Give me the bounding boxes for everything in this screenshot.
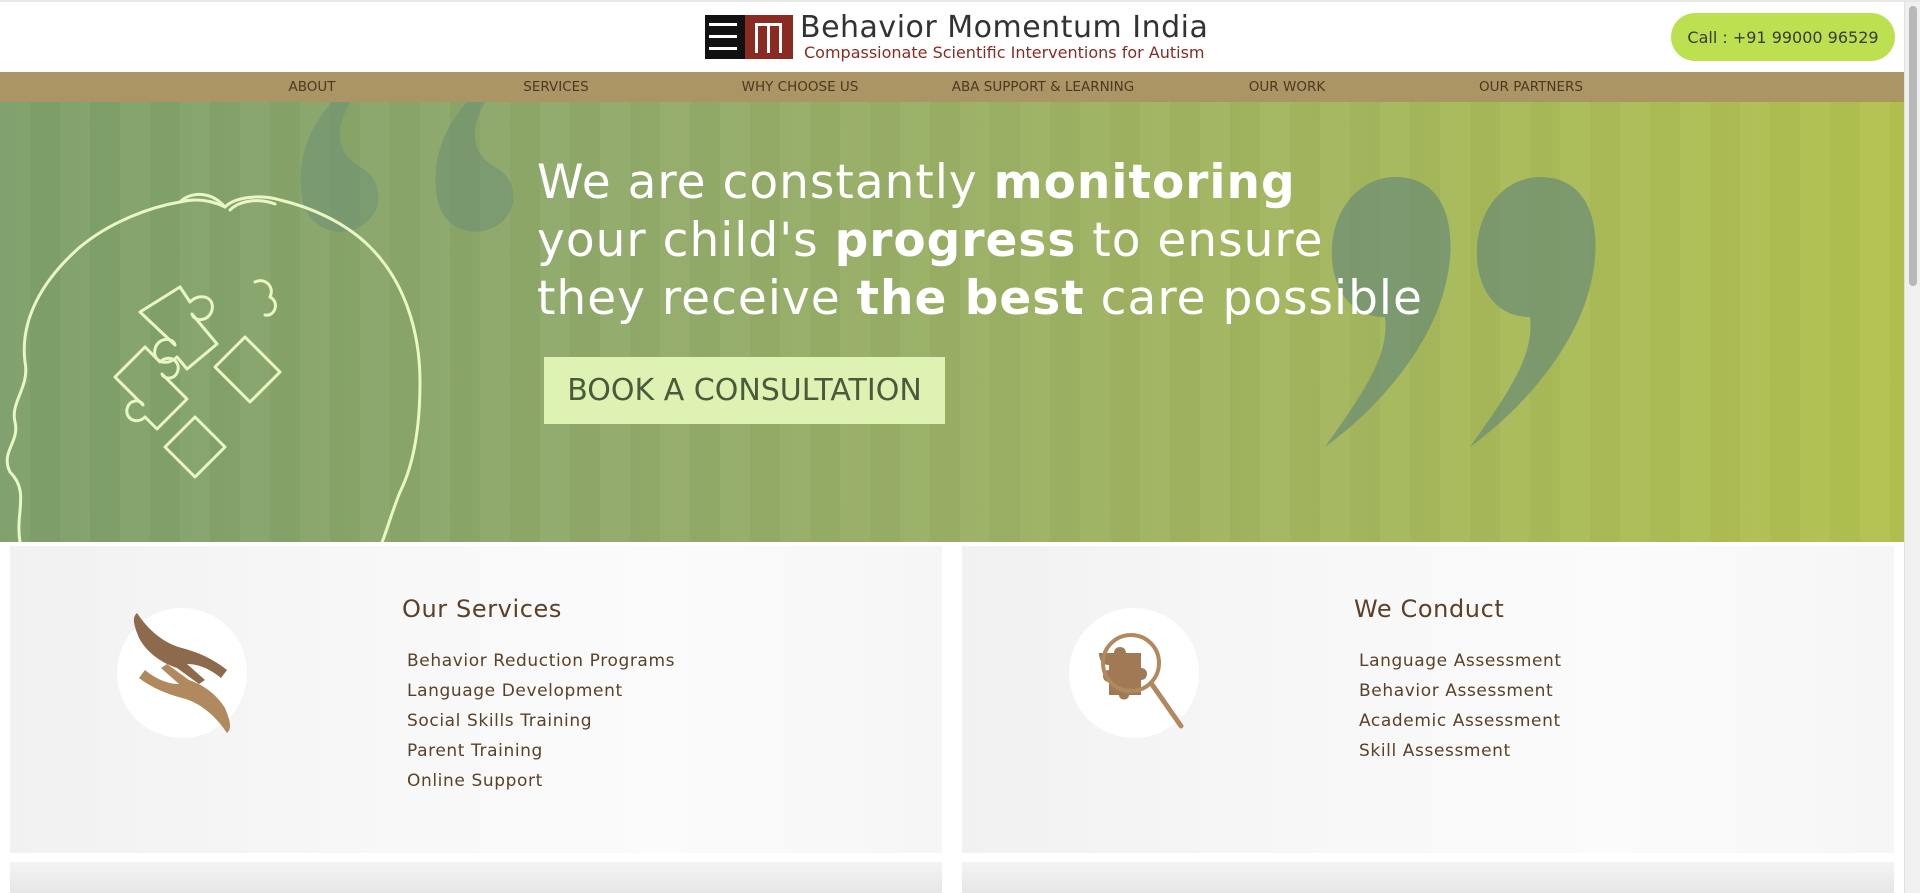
list-item[interactable]: Academic Assessment [1359,706,1562,736]
nav-item-why-choose-us[interactable]: WHY CHOOSE US [742,72,859,102]
puzzle-magnifier-icon [1099,633,1184,729]
list-item[interactable]: Behavior Assessment [1359,676,1562,706]
list-item[interactable]: Language Assessment [1359,646,1562,676]
services-card: Our Services Behavior Reduction Programs… [10,546,942,853]
head-puzzle-icon [5,192,422,542]
next-section-right [962,862,1894,893]
list-item[interactable]: Online Support [407,766,675,796]
conduct-icon-circle [1069,608,1199,738]
services-title: Our Services [402,595,563,623]
nav-item-about[interactable]: ABOUT [288,72,335,102]
call-button[interactable]: Call : +91 99000 96529 [1671,13,1895,61]
bmi-logo-icon[interactable] [705,15,793,59]
list-item[interactable]: Language Development [407,676,675,706]
list-item[interactable]: Social Skills Training [407,706,675,736]
list-item[interactable]: Skill Assessment [1359,736,1562,766]
nav-item-aba-support[interactable]: ABA SUPPORT & LEARNING [952,72,1134,102]
brand-tagline: Compassionate Scientific Interventions f… [804,43,1205,62]
conduct-list: Language Assessment Behavior Assessment … [1359,646,1562,766]
hero-line-2: your child's progress to ensure [537,212,1423,270]
next-section-left [10,862,942,893]
hero-text-1b: monitoring [993,155,1296,210]
nav-item-our-partners[interactable]: OUR PARTNERS [1479,72,1583,102]
page-scrollbar[interactable] [1904,2,1920,893]
scrollbar-thumb[interactable] [1909,6,1917,286]
site-header: Behavior Momentum India Compassionate Sc… [0,2,1904,72]
hero-text-3b: the best [856,271,1085,326]
page: Behavior Momentum India Compassionate Sc… [0,0,1920,893]
hero-text-1a: We are constantly [537,155,994,210]
hero-line-1: We are constantly monitoring [537,154,1423,212]
brand-title[interactable]: Behavior Momentum India [800,10,1208,45]
hero-text-3c: care possible [1084,271,1423,326]
hero-text-2b: progress [834,213,1077,268]
hero-text-2c: to ensure [1076,213,1324,268]
hero-text-3a: they receive [537,271,857,326]
hero-banner: We are constantly monitoring your child'… [0,102,1904,542]
services-icon-circle [117,608,247,738]
conduct-title: We Conduct [1354,595,1505,623]
list-item[interactable]: Behavior Reduction Programs [407,646,675,676]
list-item[interactable]: Parent Training [407,736,675,766]
book-consultation-button[interactable]: BOOK A CONSULTATION [544,357,945,424]
hero-text-2a: your child's [537,213,835,268]
nav-item-our-work[interactable]: OUR WORK [1249,72,1325,102]
hero-headline: We are constantly monitoring your child'… [537,154,1423,328]
nav-item-services[interactable]: SERVICES [523,72,588,102]
caring-hands-icon [133,613,231,733]
services-list: Behavior Reduction Programs Language Dev… [407,646,675,796]
conduct-card: We Conduct Language Assessment Behavior … [962,546,1894,853]
hero-line-3: they receive the best care possible [537,270,1423,328]
main-nav: ABOUT SERVICES WHY CHOOSE US ABA SUPPORT… [0,72,1904,102]
